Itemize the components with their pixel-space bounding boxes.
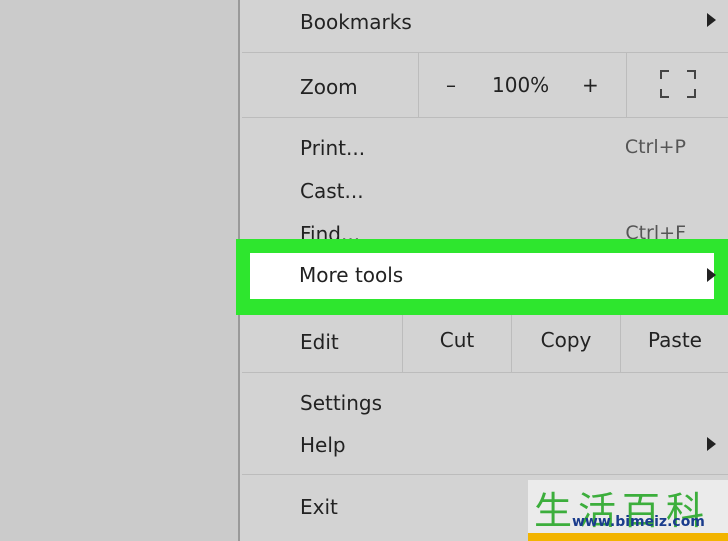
menu-item-bookmarks[interactable]: Bookmarks (240, 0, 728, 52)
copy-button[interactable]: Copy (512, 328, 620, 352)
zoom-out-button[interactable]: – (446, 73, 456, 97)
zoom-level: 100% (492, 73, 550, 97)
submenu-arrow-icon (707, 13, 716, 27)
cut-button[interactable]: Cut (403, 328, 511, 352)
menu-item-label: Cast... (300, 179, 364, 203)
menu-separator (242, 117, 728, 118)
submenu-arrow-icon (707, 268, 716, 282)
menu-item-help[interactable]: Help (240, 430, 728, 464)
zoom-in-button[interactable]: + (582, 73, 599, 97)
submenu-arrow-icon (707, 437, 716, 451)
menu-item-more-tools[interactable]: More tools (250, 253, 716, 299)
paste-button[interactable]: Paste (621, 328, 728, 352)
menu-item-label: More tools (299, 263, 404, 287)
menu-item-label: Print... (300, 136, 366, 160)
menu-item-label: Exit (300, 495, 338, 519)
menu-item-label: Help (300, 433, 346, 457)
menu-separator (242, 372, 728, 373)
fullscreen-icon[interactable] (660, 70, 696, 98)
menu-item-edit: Edit Cut Copy Paste (240, 315, 728, 372)
watermark-url: www.bimeiz.com (572, 514, 705, 530)
watermark-stripe (528, 533, 728, 541)
highlight-frame: More tools (236, 239, 728, 315)
zoom-divider (626, 53, 627, 117)
zoom-divider (418, 53, 419, 117)
menu-item-settings[interactable]: Settings (240, 388, 728, 422)
menu-item-zoom: Zoom – 100% + (240, 53, 728, 117)
edit-label: Edit (300, 330, 339, 354)
watermark-logo: 生活百科 www.bimeiz.com (528, 480, 728, 541)
menu-separator (242, 474, 728, 475)
shortcut-label: Ctrl+P (624, 136, 686, 158)
zoom-label: Zoom (300, 75, 358, 99)
menu-item-cast[interactable]: Cast... (240, 174, 728, 210)
menu-item-print[interactable]: Print... Ctrl+P (240, 130, 728, 166)
menu-item-label: Bookmarks (300, 10, 412, 34)
menu-item-label: Settings (300, 391, 383, 415)
